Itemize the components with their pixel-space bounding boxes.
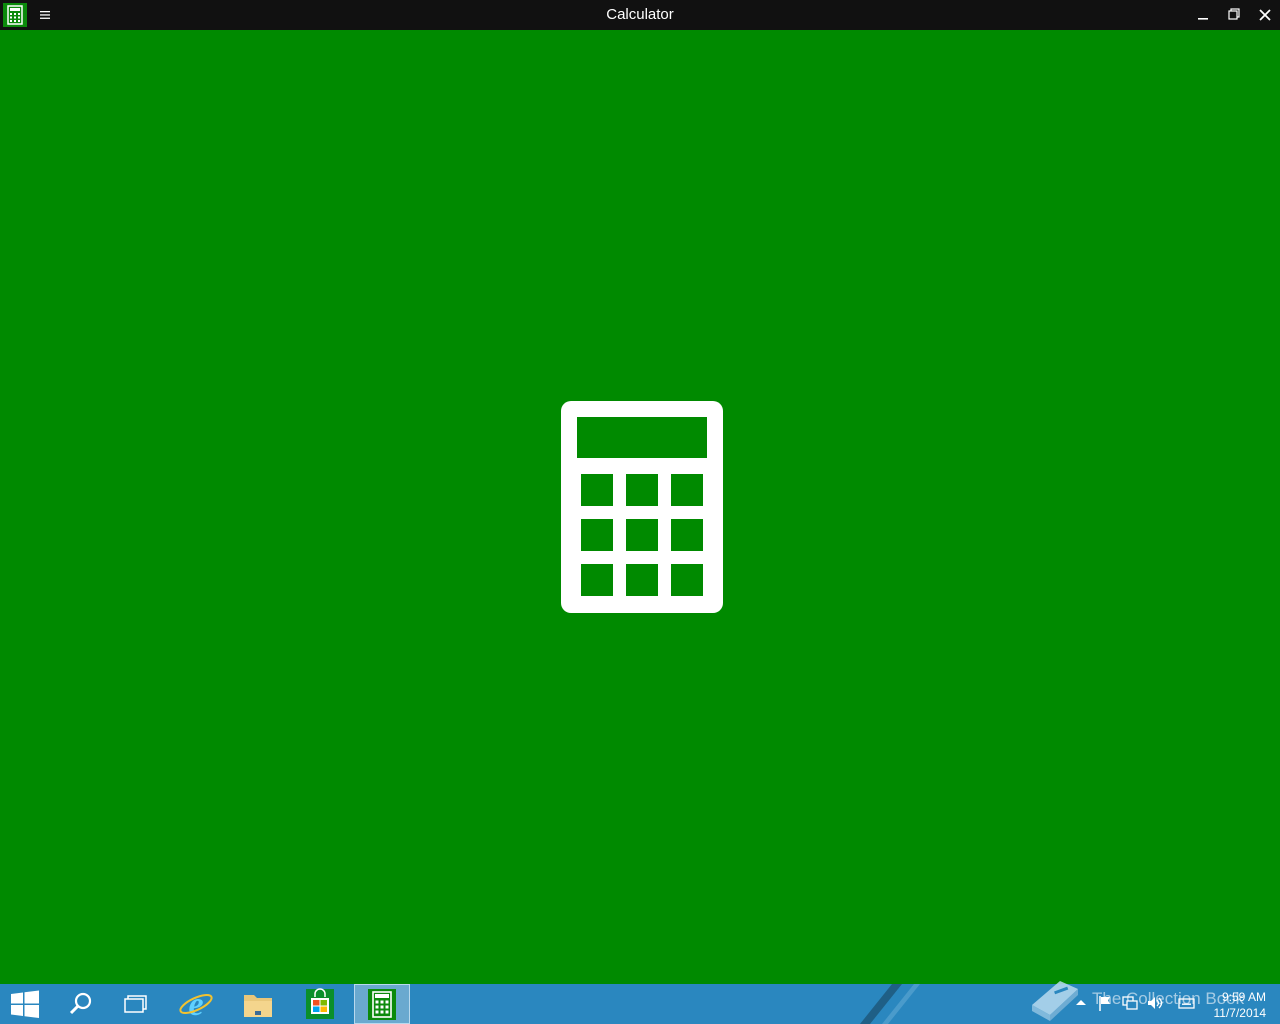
windows-logo-icon <box>11 990 39 1018</box>
store-button[interactable] <box>292 984 348 1024</box>
svg-text:e: e <box>188 986 203 1023</box>
calculator-icon <box>368 989 396 1020</box>
clock-time[interactable]: 9:59 AM <box>1210 990 1266 1004</box>
restore-button[interactable] <box>1218 0 1250 30</box>
splash-calculator-icon <box>561 401 723 613</box>
close-button[interactable] <box>1249 0 1280 30</box>
speaker-icon[interactable] <box>1146 993 1164 1013</box>
search-button[interactable] <box>52 984 108 1024</box>
flag-icon[interactable] <box>1096 993 1114 1013</box>
folder-icon <box>244 995 272 1017</box>
internet-explorer-icon: e <box>179 986 213 1023</box>
hamburger-menu-icon[interactable] <box>34 4 56 26</box>
task-view-icon <box>124 995 147 1013</box>
window-title: Calculator <box>606 6 674 23</box>
title-bar: Calculator <box>0 0 1280 30</box>
minimize-icon <box>1198 18 1208 20</box>
internet-explorer-button[interactable]: e <box>168 984 224 1024</box>
calculator-icon[interactable] <box>3 3 27 27</box>
taskbar-decoration <box>860 984 920 1024</box>
clock-date[interactable]: 11/7/2014 <box>1206 1006 1267 1020</box>
minimize-button[interactable] <box>1187 0 1219 30</box>
start-button[interactable] <box>0 984 56 1024</box>
restore-icon <box>1228 8 1240 20</box>
network-icon[interactable] <box>1121 993 1139 1013</box>
task-view-button[interactable] <box>108 984 164 1024</box>
search-icon <box>69 992 92 1015</box>
keyboard-icon[interactable] <box>1178 993 1196 1013</box>
close-icon <box>1259 9 1271 21</box>
file-explorer-button[interactable] <box>230 984 286 1024</box>
store-bag-icon <box>306 988 334 1019</box>
chevron-up-icon[interactable] <box>1072 993 1090 1013</box>
calculator-taskbar-button[interactable] <box>354 984 410 1024</box>
